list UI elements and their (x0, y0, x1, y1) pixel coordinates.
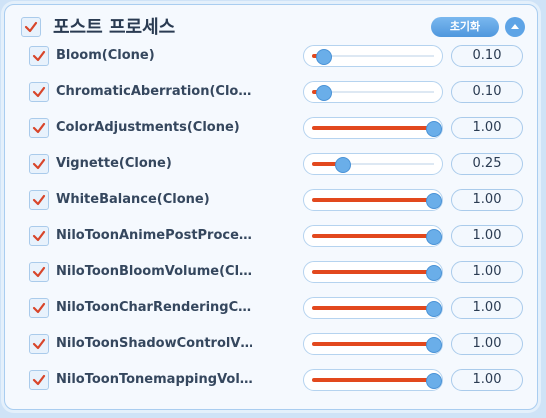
effect-value-field[interactable]: 1.00 (451, 369, 523, 391)
effect-slider[interactable] (303, 369, 443, 391)
slider-handle[interactable] (426, 301, 442, 317)
effect-row: Vignette(Clone) 0.25 (5, 150, 537, 178)
effect-value-field[interactable]: 1.00 (451, 261, 523, 283)
effect-label: NiloToonShadowControlV… (56, 336, 252, 351)
slider-track (312, 301, 442, 317)
panel-title: 포스트 프로세스 (53, 17, 176, 38)
effect-enabled-checkbox[interactable] (29, 370, 49, 390)
checkmark-icon (32, 50, 46, 62)
effect-enabled-checkbox[interactable] (29, 262, 49, 282)
slider-handle[interactable] (426, 265, 442, 281)
checkmark-icon (32, 158, 46, 170)
effect-label: NiloToonTonemappingVol… (56, 372, 252, 387)
effect-enabled-checkbox[interactable] (29, 154, 49, 174)
effect-label: Vignette(Clone) (56, 156, 172, 171)
checkmark-icon (32, 122, 46, 134)
effect-row: NiloToonCharRenderingC… 1.00 (5, 294, 537, 322)
checkmark-icon (32, 338, 46, 350)
effect-value-field[interactable]: 0.10 (451, 45, 523, 67)
slider-handle[interactable] (426, 193, 442, 209)
effect-enabled-checkbox[interactable] (29, 298, 49, 318)
effect-label: NiloToonAnimePostProce… (56, 228, 252, 243)
slider-track (312, 49, 434, 65)
checkmark-icon (24, 21, 38, 33)
checkmark-icon (32, 302, 46, 314)
slider-track (312, 265, 442, 281)
effect-value-field[interactable]: 1.00 (451, 225, 523, 247)
effect-enabled-checkbox[interactable] (29, 226, 49, 246)
slider-fill (312, 270, 434, 274)
effect-label: NiloToonCharRenderingC… (56, 300, 252, 315)
effect-slider[interactable] (303, 117, 443, 139)
checkmark-icon (32, 86, 46, 98)
effect-label: WhiteBalance(Clone) (56, 192, 210, 207)
slider-handle[interactable] (426, 229, 442, 245)
checkmark-icon (32, 374, 46, 386)
slider-track (312, 373, 442, 389)
effect-enabled-checkbox[interactable] (29, 82, 49, 102)
effect-slider[interactable] (303, 333, 443, 355)
slider-fill (312, 198, 434, 202)
slider-track (312, 85, 434, 101)
effect-value-field[interactable]: 1.00 (451, 189, 523, 211)
effect-row: NiloToonAnimePostProce… 1.00 (5, 222, 537, 250)
effect-row: ChromaticAberration(Clo… 0.10 (5, 78, 537, 106)
slider-handle[interactable] (426, 337, 442, 353)
slider-handle[interactable] (426, 121, 442, 137)
effect-enabled-checkbox[interactable] (29, 46, 49, 66)
slider-fill (312, 378, 434, 382)
effect-value-field[interactable]: 1.00 (451, 333, 523, 355)
effect-row: NiloToonTonemappingVol… 1.00 (5, 366, 537, 394)
effect-value-field[interactable]: 1.00 (451, 117, 523, 139)
slider-track (312, 121, 442, 137)
effect-value-field[interactable]: 0.10 (451, 81, 523, 103)
effect-row: ColorAdjustments(Clone) 1.00 (5, 114, 537, 142)
post-process-panel: 포스트 프로세스 초기화 Bloom(Clone) 0.10 ChromaticAb… (4, 4, 538, 410)
effect-slider[interactable] (303, 81, 443, 103)
panel-header: 포스트 프로세스 초기화 (5, 5, 537, 45)
slider-track (312, 229, 442, 245)
slider-handle[interactable] (426, 373, 442, 389)
effect-slider[interactable] (303, 189, 443, 211)
effect-enabled-checkbox[interactable] (29, 334, 49, 354)
effect-slider[interactable] (303, 45, 443, 67)
effect-enabled-checkbox[interactable] (29, 118, 49, 138)
effect-row: NiloToonBloomVolume(Cl… 1.00 (5, 258, 537, 286)
effect-label: ColorAdjustments(Clone) (56, 120, 240, 135)
effect-value-field[interactable]: 0.25 (451, 153, 523, 175)
effect-slider[interactable] (303, 153, 443, 175)
effect-slider[interactable] (303, 261, 443, 283)
post-process-toggle-checkbox[interactable] (21, 17, 41, 37)
slider-fill (312, 306, 434, 310)
effect-label: ChromaticAberration(Clo… (56, 84, 252, 99)
slider-handle[interactable] (334, 157, 351, 173)
effect-label: Bloom(Clone) (56, 48, 155, 63)
effect-row: NiloToonShadowControlV… 1.00 (5, 330, 537, 358)
checkmark-icon (32, 230, 46, 242)
slider-handle[interactable] (316, 85, 333, 101)
effect-value-field[interactable]: 1.00 (451, 297, 523, 319)
slider-track (312, 337, 442, 353)
slider-fill (312, 126, 434, 130)
reset-button[interactable]: 초기화 (431, 17, 499, 37)
collapse-button[interactable] (505, 17, 525, 37)
checkmark-icon (32, 266, 46, 278)
chevron-up-icon (511, 24, 519, 29)
slider-fill (312, 342, 434, 346)
effect-row: Bloom(Clone) 0.10 (5, 42, 537, 70)
effect-slider[interactable] (303, 225, 443, 247)
effect-row: WhiteBalance(Clone) 1.00 (5, 186, 537, 214)
slider-track (312, 193, 442, 209)
effect-enabled-checkbox[interactable] (29, 190, 49, 210)
effect-slider[interactable] (303, 297, 443, 319)
slider-fill (312, 234, 434, 238)
slider-track (312, 157, 434, 173)
slider-handle[interactable] (316, 49, 333, 65)
checkmark-icon (32, 194, 46, 206)
effect-label: NiloToonBloomVolume(Cl… (56, 264, 252, 279)
